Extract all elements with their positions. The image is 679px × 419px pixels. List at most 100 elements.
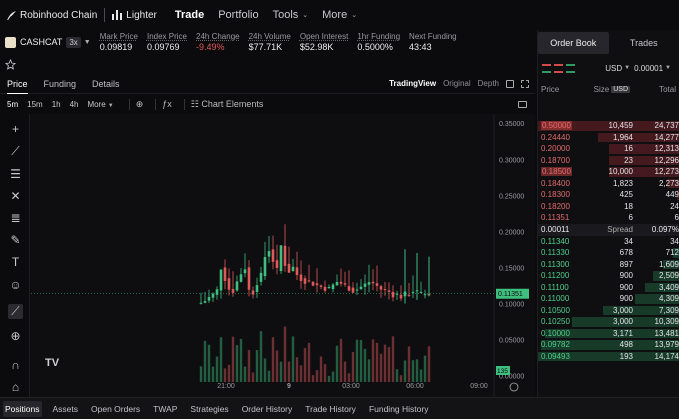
volume-bar	[279, 361, 283, 382]
stat-label[interactable]: 1hr Funding	[357, 31, 400, 42]
tab-trades[interactable]: Trades	[609, 32, 679, 54]
bottom-tab-order-history[interactable]: Order History	[240, 401, 295, 417]
bottom-tab-funding-history[interactable]: Funding History	[367, 401, 431, 417]
tick-size-select[interactable]: 0.00001	[634, 64, 663, 73]
currency-select[interactable]: USD	[605, 64, 622, 73]
row-price: 0.11330	[541, 248, 585, 257]
book-asks-only-icon[interactable]	[554, 63, 563, 73]
ask-row[interactable]: 0.18200 18 24	[538, 201, 679, 213]
add-indicator-icon[interactable]: ⊕	[136, 99, 144, 110]
candle-body	[283, 245, 287, 266]
view-tradingview[interactable]: TradingView	[389, 79, 436, 88]
brush-icon[interactable]: ✎	[8, 232, 23, 247]
layout-icon[interactable]	[506, 79, 514, 88]
ruler-icon[interactable]: ⟋	[8, 304, 23, 319]
stat-label[interactable]: 24h Change	[196, 31, 240, 42]
view-original[interactable]: Original	[443, 79, 471, 88]
ask-row[interactable]: 0.50000 10,459 24,737	[538, 120, 679, 132]
tab-funding[interactable]: Funding	[44, 74, 77, 94]
horizontal-lines-icon[interactable]: ☰	[8, 166, 23, 181]
timeframe-15m[interactable]: 15m	[27, 100, 43, 109]
bid-row[interactable]: 0.11000 900 4,309	[538, 293, 679, 305]
zoom-in-icon[interactable]: ⊕	[8, 328, 23, 343]
chart-elements-label: Chart Elements	[201, 98, 264, 109]
book-both-sides-icon[interactable]	[542, 63, 551, 73]
bottom-tab-strategies[interactable]: Strategies	[188, 401, 230, 417]
candle-body	[207, 297, 211, 301]
crosshair-icon[interactable]: +	[8, 121, 23, 136]
stat-value: 0.09819	[99, 42, 133, 52]
timeframe-5m[interactable]: 5m	[7, 100, 18, 109]
volume-bar	[267, 370, 271, 382]
candle-body	[231, 289, 235, 293]
stat-label[interactable]: 24h Volume	[249, 31, 291, 42]
nav-menu: Trade Portfolio Tools ⌄ More ⌄	[161, 9, 357, 21]
ask-row[interactable]: 0.11351 6 6	[538, 212, 679, 224]
nav-item-trade[interactable]: Trade	[175, 9, 204, 21]
stat-value: 43:43	[409, 42, 432, 52]
ask-row[interactable]: 0.24440 1,964 14,277	[538, 132, 679, 144]
bottom-tab-twap[interactable]: TWAP	[151, 401, 179, 417]
camera-icon[interactable]	[518, 100, 527, 108]
bottom-tab-positions[interactable]: Positions	[3, 400, 42, 417]
stat-label[interactable]: Mark Price	[100, 31, 138, 42]
candle-body	[411, 291, 415, 293]
bid-row[interactable]: 0.10500 3,000 7,309	[538, 305, 679, 317]
leverage-badge[interactable]: 3x	[66, 36, 81, 48]
tradingview-logo-icon[interactable]: TV	[45, 357, 60, 369]
nav-item-tools[interactable]: Tools ⌄	[273, 9, 309, 21]
nav-item-portfolio[interactable]: Portfolio	[218, 9, 258, 21]
stat-label[interactable]: Next Funding	[409, 31, 457, 42]
chart-elements-button[interactable]: ☷ Chart Elements	[191, 99, 264, 110]
x-tick-label: 09:00	[470, 383, 488, 390]
trend-line-icon[interactable]: ⟋	[8, 144, 23, 159]
ask-row[interactable]: 0.18500 10,000 12,273	[538, 166, 679, 178]
more-timeframes-button[interactable]: More ▼	[88, 100, 114, 109]
ask-row[interactable]: 0.20000 16 12,313	[538, 143, 679, 155]
bid-row[interactable]: 0.11330 678 712	[538, 247, 679, 259]
bid-row[interactable]: 0.09493 193 14,174	[538, 351, 679, 363]
bid-row[interactable]: 0.09782 498 13,979	[538, 339, 679, 351]
price-chart[interactable]: 0.35000 0.30000 0.25000 0.20000 0.15000 0.100…	[31, 114, 535, 397]
chart-background	[31, 114, 535, 397]
bid-row[interactable]: 0.11100 900 3,409	[538, 282, 679, 294]
tab-price[interactable]: Price	[7, 74, 28, 94]
fib-icon[interactable]: ≣	[8, 210, 23, 225]
emoji-icon[interactable]: ☺	[8, 277, 23, 292]
tab-order-book[interactable]: Order Book	[538, 32, 609, 54]
brand-divider	[104, 8, 106, 22]
view-depth[interactable]: Depth	[478, 79, 499, 88]
size-unit-toggle[interactable]: USD	[611, 85, 630, 93]
bid-row[interactable]: 0.11300 897 1,609	[538, 259, 679, 271]
lock-icon[interactable]: ⌂	[8, 379, 23, 394]
candle-body	[223, 267, 227, 281]
tab-details[interactable]: Details	[92, 74, 120, 94]
bottom-tab-assets[interactable]: Assets	[51, 401, 81, 417]
bottom-tab-open-orders[interactable]: Open Orders	[89, 401, 142, 417]
ask-row[interactable]: 0.18400 1,823 2,273	[538, 178, 679, 190]
timeframe-1h[interactable]: 1h	[52, 100, 61, 109]
stat-label[interactable]: Open Interest	[300, 31, 348, 42]
ask-row[interactable]: 0.18300 425 449	[538, 189, 679, 201]
text-icon[interactable]: T	[8, 254, 23, 269]
bottom-tab-trade-history[interactable]: Trade History	[303, 401, 358, 417]
bid-row[interactable]: 0.10000 3,171 13,481	[538, 328, 679, 340]
book-bids-only-icon[interactable]	[566, 63, 575, 73]
nav-item-more[interactable]: More ⌄	[322, 9, 357, 21]
fullscreen-icon[interactable]	[521, 79, 529, 88]
stat-label[interactable]: Index Price	[147, 31, 187, 42]
bid-row[interactable]: 0.11340 34 34	[538, 236, 679, 248]
bid-row[interactable]: 0.11200 900 2,509	[538, 270, 679, 282]
stat-index-price: Index Price 0.09769	[147, 31, 187, 53]
market-selector[interactable]: CASHCAT 3x ▼	[5, 36, 91, 48]
bid-row[interactable]: 0.10250 3,000 10,309	[538, 316, 679, 328]
magnet-icon[interactable]: ∩	[8, 357, 23, 372]
star-icon[interactable]	[5, 58, 16, 70]
more-label: More	[87, 99, 106, 109]
indicators-icon[interactable]: ƒx	[162, 99, 172, 109]
candle-body	[235, 281, 239, 291]
timeframe-4h[interactable]: 4h	[70, 100, 79, 109]
brand[interactable]: Robinhood Chain Lighter	[6, 8, 157, 22]
ask-row[interactable]: 0.18700 23 12,296	[538, 155, 679, 167]
pattern-icon[interactable]: ✕	[8, 188, 23, 203]
